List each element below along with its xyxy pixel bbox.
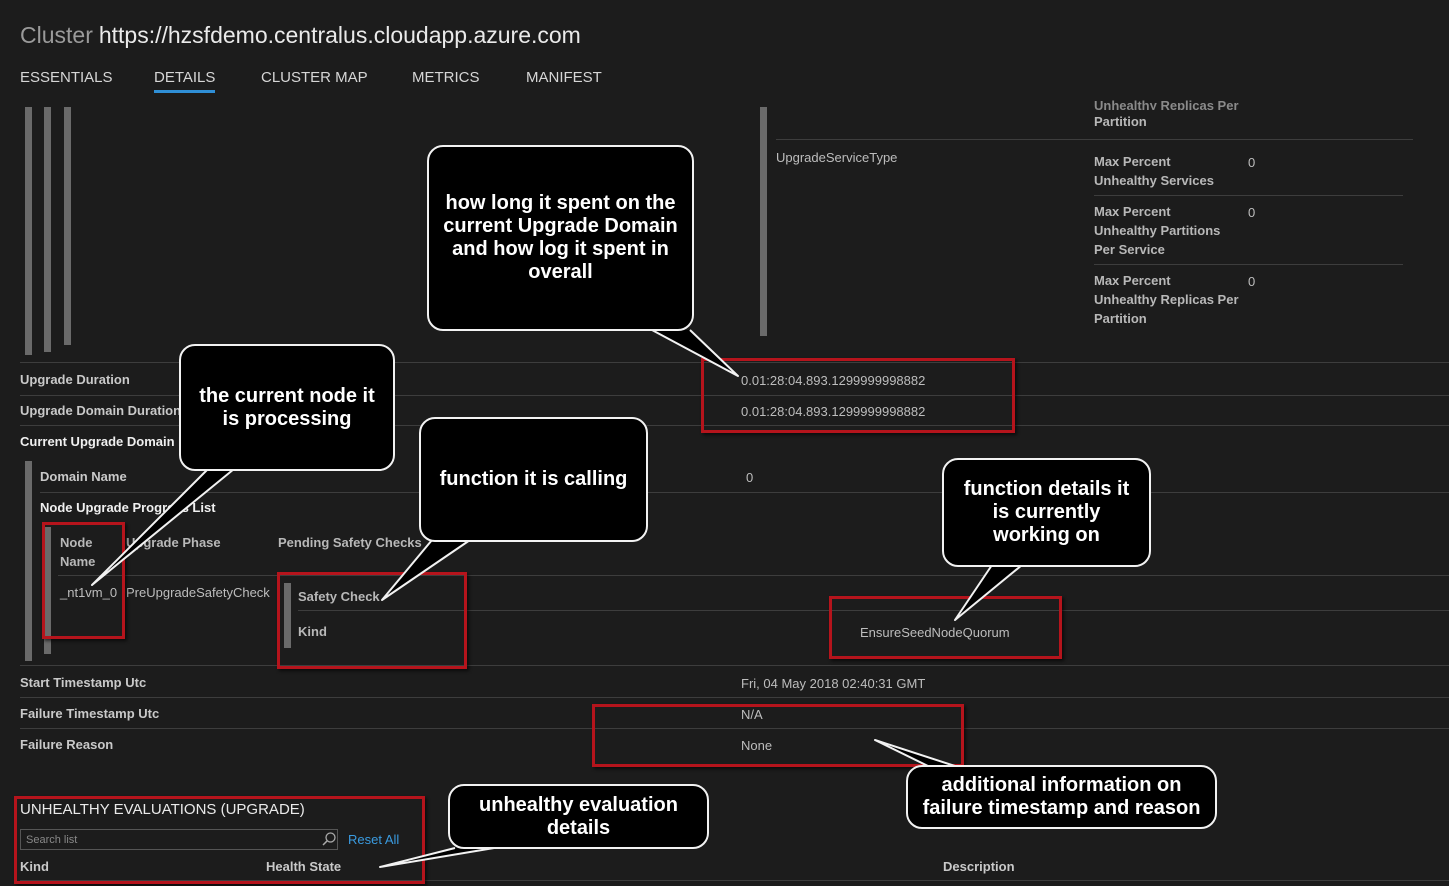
callout-tail [954, 564, 1023, 621]
callout-node: the current node it is processing [179, 344, 395, 471]
callout-function-details: function details it is currently working… [942, 458, 1151, 567]
callout-unhealthy: unhealthy evaluation details [448, 784, 709, 849]
callout-tail [381, 539, 471, 601]
callout-tail [651, 329, 739, 377]
callout-failure: additional information on failure timest… [906, 765, 1217, 829]
callout-tail [379, 847, 495, 868]
callout-tail [91, 468, 235, 586]
callout-tail [874, 739, 959, 768]
callout-duration: how long it spent on the current Upgrade… [427, 145, 694, 331]
callout-function: function it is calling [419, 417, 648, 542]
